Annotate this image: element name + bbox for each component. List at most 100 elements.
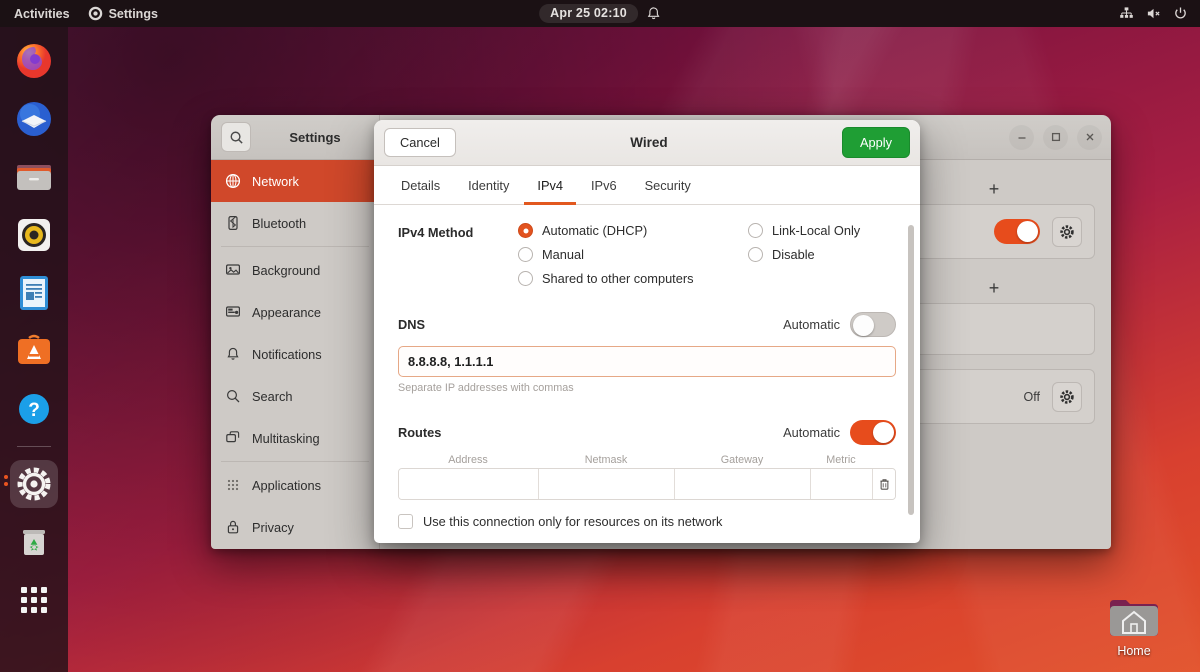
search-button[interactable] [221, 122, 251, 152]
dock-item-firefox[interactable] [10, 37, 58, 85]
radio-shared-to-other-computers[interactable]: Shared to other computers [518, 271, 748, 286]
dock-item-rhythmbox[interactable] [10, 211, 58, 259]
dock-item-help[interactable]: ? [10, 385, 58, 433]
radio-manual[interactable]: Manual [518, 247, 748, 262]
sidebar-item-privacy[interactable]: Privacy [211, 506, 379, 548]
background-icon [224, 262, 241, 279]
app-menu-button[interactable]: Settings [88, 6, 158, 21]
wired-connection-dialog: Cancel Wired Apply Details Identity IPv4… [374, 120, 920, 543]
gear-icon [88, 6, 102, 21]
proxy-settings-button[interactable] [1052, 381, 1082, 412]
tab-ipv4[interactable]: IPv4 [524, 167, 576, 205]
ubuntu-dock: ? [0, 27, 68, 672]
radio-label: Shared to other computers [542, 271, 694, 286]
volume-muted-icon [1147, 8, 1160, 19]
libreoffice-writer-icon [20, 276, 48, 310]
routes-col-gateway: Gateway [720, 454, 764, 466]
radio-disable[interactable]: Disable [748, 247, 860, 262]
close-button[interactable] [1077, 124, 1102, 150]
radio-automatic-dhcp[interactable]: Automatic (DHCP) [518, 223, 748, 238]
trash-icon [23, 530, 45, 555]
routes-automatic-toggle[interactable] [850, 420, 896, 445]
dialog-scrollbar-track[interactable] [908, 213, 917, 535]
add-wired-button[interactable]: + [981, 176, 1007, 202]
multitasking-icon [224, 430, 241, 447]
dock-item-trash[interactable] [10, 518, 58, 566]
route-address-input[interactable] [399, 469, 539, 499]
sidebar-item-bluetooth[interactable]: Bluetooth [211, 202, 379, 244]
gear-icon [17, 467, 51, 501]
radio-indicator [748, 223, 763, 238]
bell-icon [647, 7, 660, 20]
clock-label: Apr 25 02:10 [539, 4, 638, 23]
dock-item-thunderbird[interactable] [10, 95, 58, 143]
wired-toggle[interactable] [994, 219, 1040, 244]
radio-label: Link-Local Only [772, 223, 861, 238]
minimize-button[interactable] [1009, 124, 1034, 150]
network-icon [224, 173, 241, 190]
sidebar-item-network[interactable]: Network [211, 160, 379, 202]
sidebar-item-appearance[interactable]: Appearance [211, 291, 379, 333]
activities-label: Activities [14, 6, 70, 21]
dns-title: DNS [398, 317, 426, 332]
routes-section-header: Routes Automatic [398, 420, 896, 445]
routes-col-metric: Metric [826, 454, 856, 466]
delete-route-button[interactable] [873, 469, 895, 499]
radio-link-local-only[interactable]: Link-Local Only [748, 223, 860, 238]
tab-details[interactable]: Details [388, 167, 453, 205]
activities-button[interactable]: Activities [14, 7, 70, 21]
route-metric-input[interactable] [811, 469, 873, 499]
sidebar-item-background[interactable]: Background [211, 249, 379, 291]
bell-icon [224, 346, 241, 363]
dock-item-settings[interactable] [10, 460, 58, 508]
tab-identity[interactable]: Identity [455, 167, 522, 205]
restrict-connection-checkbox-row[interactable]: Use this connection only for resources o… [398, 514, 896, 529]
tab-ipv6[interactable]: IPv6 [578, 167, 630, 205]
dock-item-show-applications[interactable] [10, 576, 58, 624]
dock-item-ubuntu-software[interactable] [10, 327, 58, 375]
tab-security[interactable]: Security [632, 167, 704, 205]
restrict-connection-checkbox[interactable] [398, 514, 413, 529]
route-netmask-input[interactable] [539, 469, 675, 499]
wired-network-icon [1120, 7, 1133, 18]
sidebar-item-multitasking[interactable]: Multitasking [211, 417, 379, 459]
sidebar-item-notifications[interactable]: Notifications [211, 333, 379, 375]
wired-settings-button[interactable] [1052, 216, 1082, 247]
radio-label: Disable [772, 247, 815, 262]
maximize-button[interactable] [1043, 124, 1068, 150]
dock-item-libreoffice-writer[interactable] [10, 269, 58, 317]
system-indicators[interactable] [1119, 6, 1188, 21]
rhythmbox-icon [18, 219, 50, 251]
dialog-scrollbar-thumb[interactable] [908, 225, 914, 515]
app-menu-label: Settings [108, 6, 158, 21]
add-vpn-button[interactable]: + [981, 275, 1007, 301]
sidebar-item-search[interactable]: Search [211, 375, 379, 417]
sidebar-item-applications[interactable]: Applications [211, 464, 379, 506]
sidebar-item-label: Network [252, 173, 299, 189]
routes-column-headers: Address Netmask Gateway Metric [398, 454, 896, 466]
clock-area[interactable]: Apr 25 02:10 [539, 4, 661, 23]
apply-button[interactable]: Apply [841, 127, 910, 158]
lock-icon [224, 519, 241, 536]
grid-icon [21, 587, 47, 613]
desktop-icon-home[interactable]: Home [1088, 596, 1180, 658]
route-gateway-input[interactable] [675, 469, 811, 499]
dns-hint: Separate IP addresses with commas [398, 382, 574, 394]
radio-indicator [518, 247, 533, 262]
sidebar-item-label: Appearance [252, 304, 322, 320]
dns-automatic-toggle[interactable] [850, 312, 896, 337]
radio-label: Manual [542, 247, 584, 262]
search-icon [224, 388, 241, 405]
routes-table-row [398, 468, 896, 500]
dialog-title: Wired [630, 135, 668, 150]
cancel-button[interactable]: Cancel [384, 128, 456, 157]
power-icon [1175, 7, 1186, 19]
dns-servers-input[interactable] [398, 346, 896, 377]
settings-window-title: Settings [289, 129, 341, 145]
gear-icon [1060, 389, 1074, 404]
dock-item-files[interactable] [10, 153, 58, 201]
dialog-tabs: Details Identity IPv4 IPv6 Security [374, 166, 920, 205]
ipv4-method-label: IPv4 Method [398, 225, 474, 240]
routes-col-address: Address [448, 454, 488, 466]
ubuntu-software-icon [18, 334, 50, 364]
